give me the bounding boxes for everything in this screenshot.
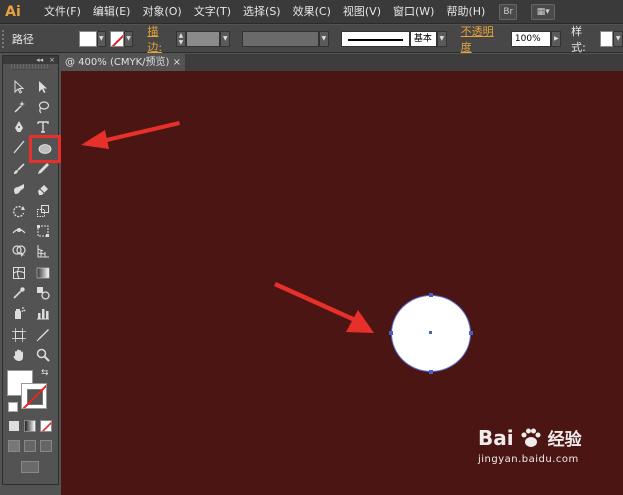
mesh-tool-icon[interactable] [9, 264, 29, 282]
center-point [429, 331, 432, 334]
fill-dropdown[interactable]: ▼ [96, 30, 107, 47]
tools-panel-header[interactable]: ◂◂ × [3, 56, 58, 64]
eraser-tool-icon[interactable] [33, 180, 53, 198]
color-mode-icon[interactable] [8, 420, 20, 432]
close-icon[interactable]: × [173, 54, 181, 71]
menu-view[interactable]: 视图(V) [337, 0, 387, 24]
bridge-button[interactable]: Br [499, 3, 518, 20]
graphic-style-dropdown[interactable]: ▼ [613, 30, 623, 47]
app-logo: Ai [5, 3, 21, 20]
object-type-label: 路径 [11, 32, 34, 46]
direct-selection-tool-icon[interactable] [33, 78, 53, 96]
gradient-tool-icon[interactable] [33, 264, 53, 282]
swap-fill-stroke-icon[interactable]: ⇆ [41, 368, 49, 378]
tools-panel: ◂◂ × ⇆ [2, 55, 61, 485]
menu-window[interactable]: 窗口(W) [387, 0, 440, 24]
opacity-label[interactable]: 不透明度 [461, 23, 503, 55]
draw-behind-icon[interactable] [24, 440, 36, 452]
line-tool-icon[interactable] [9, 138, 29, 156]
brush-definition-preview[interactable] [340, 30, 410, 47]
stroke-weight-dropdown[interactable]: ▼ [220, 30, 231, 47]
watermark-brand: Bai [478, 425, 514, 450]
none-mode-icon[interactable] [40, 420, 52, 432]
menu-select[interactable]: 选择(S) [237, 0, 287, 24]
brush-definition-field[interactable]: 基本 [409, 30, 437, 47]
menu-edit[interactable]: 编辑(E) [87, 0, 137, 24]
draw-inside-icon[interactable] [40, 440, 52, 452]
style-label: 样式: [571, 24, 586, 54]
menu-object[interactable]: 对象(O) [136, 0, 187, 24]
perspective-grid-tool-icon[interactable] [33, 242, 53, 260]
menu-bar: Ai 文件(F) 编辑(E) 对象(O) 文字(T) 选择(S) 效果(C) 视… [0, 0, 623, 24]
blob-brush-tool-icon[interactable] [9, 180, 29, 198]
fill-swatch[interactable] [79, 30, 97, 47]
stroke-dropdown[interactable]: ▼ [123, 30, 134, 47]
paw-logo-icon [521, 428, 541, 447]
arrow-to-ellipse-tool [81, 121, 180, 149]
close-icon[interactable]: × [49, 56, 55, 64]
default-fill-stroke-icon[interactable] [8, 402, 18, 412]
opacity-field[interactable]: 100% [510, 30, 552, 47]
scale-tool-icon[interactable] [33, 202, 53, 220]
menu-effect[interactable]: 效果(C) [287, 0, 337, 24]
stroke-swatch[interactable] [110, 30, 124, 47]
variable-width-dropdown[interactable]: ▼ [318, 30, 329, 47]
eyedropper-tool-icon[interactable] [9, 284, 29, 302]
selection-tool-icon[interactable] [9, 78, 29, 96]
anchor-point-bottom[interactable] [429, 370, 433, 374]
gradient-mode-icon[interactable] [24, 420, 36, 432]
width-tool-icon[interactable] [9, 222, 29, 240]
menu-type[interactable]: 文字(T) [188, 0, 237, 24]
menu-file[interactable]: 文件(F) [38, 0, 87, 24]
control-bar-grip[interactable] [2, 29, 6, 48]
lasso-tool-icon[interactable] [33, 98, 53, 116]
blend-tool-icon[interactable] [33, 284, 53, 302]
stroke-color-box[interactable] [21, 383, 47, 409]
zoom-tool-icon[interactable] [33, 346, 53, 364]
magic-wand-tool-icon[interactable] [9, 98, 29, 116]
stroke-weight-stepper[interactable]: ▲ ▼ [176, 30, 186, 47]
pen-tool-icon[interactable] [9, 118, 29, 136]
document-tab-bar: @ 400% (CMYK/预览) × [61, 54, 623, 71]
anchor-point-left[interactable] [389, 331, 393, 335]
ellipse-tool-highlight [29, 135, 61, 163]
graphic-style-swatch[interactable] [599, 30, 614, 47]
document-tab-title: @ 400% (CMYK/预览) [65, 57, 170, 68]
paintbrush-tool-icon[interactable] [9, 160, 29, 178]
tools-panel-grip[interactable] [11, 64, 50, 70]
collapse-icon[interactable]: ◂◂ [36, 56, 43, 64]
watermark: Bai 经验 jingyan.baidu.com [478, 425, 582, 466]
column-graph-tool-icon[interactable] [33, 304, 53, 322]
draw-normal-icon[interactable] [8, 440, 20, 452]
symbol-sprayer-tool-icon[interactable] [9, 304, 29, 322]
screen-mode-icon[interactable] [21, 461, 39, 473]
artboard-tool-icon[interactable] [9, 326, 29, 344]
menu-items: 文件(F) 编辑(E) 对象(O) 文字(T) 选择(S) 效果(C) 视图(V… [38, 0, 491, 24]
free-transform-tool-icon[interactable] [33, 222, 53, 240]
variable-width-profile[interactable] [242, 30, 319, 47]
brush-definition-dropdown[interactable]: ▼ [436, 30, 447, 47]
watermark-brand-suffix: 经验 [547, 430, 582, 450]
arrow-to-circle [274, 282, 374, 333]
menu-help[interactable]: 帮助(H) [440, 0, 491, 24]
slice-tool-icon[interactable] [33, 326, 53, 344]
watermark-url: jingyan.baidu.com [478, 454, 579, 465]
shape-builder-tool-icon[interactable] [9, 242, 29, 260]
hand-tool-icon[interactable] [9, 346, 29, 364]
anchor-point-right[interactable] [469, 331, 473, 335]
opacity-dropdown[interactable]: ▶ [551, 30, 562, 47]
rotate-tool-icon[interactable] [9, 202, 29, 220]
stroke-label[interactable]: 描边: [147, 23, 172, 55]
control-bar: 路径 ▼ ▼ 描边: ▲ ▼ ▼ ▼ 基本 ▼ 不透明度 100% ▶ 样式: ▼ [0, 23, 623, 55]
stroke-weight-field[interactable] [185, 30, 221, 47]
arrange-documents-button[interactable]: ▦▾ [531, 3, 556, 20]
anchor-point-top[interactable] [429, 293, 433, 297]
type-tool-icon[interactable] [33, 118, 53, 136]
document-tab[interactable]: @ 400% (CMYK/预览) × [61, 54, 185, 71]
